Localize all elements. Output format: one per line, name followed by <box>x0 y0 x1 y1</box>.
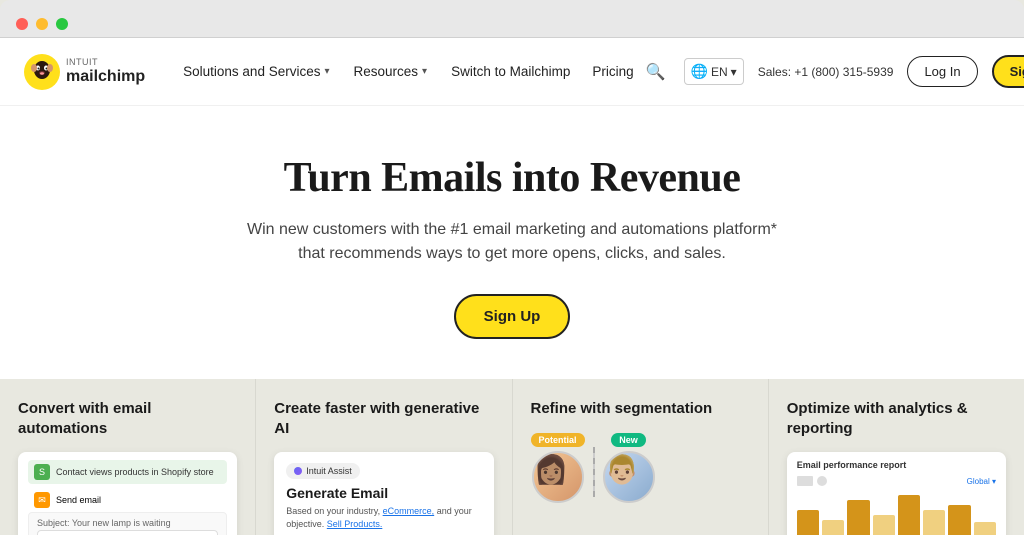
flow-step-1: S Contact views products in Shopify stor… <box>28 460 227 484</box>
email-icon: ✉ <box>34 492 50 508</box>
flow-connector: ✉ Send email <box>28 488 227 512</box>
bar-4 <box>873 515 895 535</box>
login-button[interactable]: Log In <box>907 56 977 87</box>
gen-email-desc: Based on your industry, eCommerce, and y… <box>286 505 481 530</box>
lang-chevron: ▾ <box>731 65 737 79</box>
badge-potential: Potential <box>531 433 585 447</box>
bar-1 <box>797 510 819 535</box>
chart-icons: Global ▾ <box>797 476 996 486</box>
navbar: INTUIT mailchimp Solutions and Services … <box>0 38 1024 106</box>
shopify-icon: S <box>34 464 50 480</box>
segment-person-male: New 👨🏼 <box>603 433 655 503</box>
feature-card-automations: Convert with email automations S Contact… <box>0 379 256 535</box>
bar-chart <box>797 490 996 535</box>
nav-solutions[interactable]: Solutions and Services ▾ <box>173 58 339 85</box>
segment-divider <box>593 447 595 497</box>
analytics-mockup: Email performance report Global ▾ Cr <box>787 452 1006 535</box>
email-assembly: Assembly <box>37 530 218 535</box>
pie-chart-icon <box>817 476 827 486</box>
segmentation-mockup: Potential 👩🏽 New 👨🏼 <box>531 433 750 503</box>
report-title: Email performance report <box>797 460 996 470</box>
assist-dot-icon <box>294 467 302 475</box>
logo-intuit-text: INTUIT <box>66 58 145 68</box>
lang-label: EN <box>711 65 728 79</box>
flow-step-2-text: Send email <box>56 495 101 505</box>
bar-8 <box>974 522 996 535</box>
features-section: Convert with email automations S Contact… <box>0 379 1024 535</box>
bar-3 <box>847 500 869 535</box>
ecommerce-link[interactable]: eCommerce, <box>383 506 435 516</box>
feature-title-segmentation: Refine with segmentation <box>531 399 750 419</box>
feature-card-analytics: Optimize with analytics & reporting Emai… <box>769 379 1024 535</box>
hero-subtitle: Win new customers with the #1 email mark… <box>232 218 792 266</box>
feature-title-automations: Convert with email automations <box>18 399 237 438</box>
search-icon[interactable]: 🔍 <box>642 58 670 86</box>
feature-title-analytics: Optimize with analytics & reporting <box>787 399 1006 438</box>
phone-number: Sales: +1 (800) 315-5939 <box>758 65 894 79</box>
chevron-down-icon: ▾ <box>422 66 427 77</box>
badge-new: New <box>611 433 646 447</box>
nav-links: Solutions and Services ▾ Resources ▾ Swi… <box>173 58 641 85</box>
ai-mockup: Intuit Assist Generate Email Based on yo… <box>274 452 493 535</box>
signup-hero-button[interactable]: Sign Up <box>454 294 571 339</box>
traffic-light-green[interactable] <box>56 18 68 30</box>
email-preview: Subject: Your new lamp is waiting Assemb… <box>28 512 227 535</box>
site-wrapper: INTUIT mailchimp Solutions and Services … <box>0 38 1024 535</box>
nav-pricing[interactable]: Pricing <box>584 58 641 85</box>
sell-link[interactable]: Sell Products. <box>327 519 383 529</box>
flow-step-1-text: Contact views products in Shopify store <box>56 467 214 477</box>
bar-6 <box>923 510 945 535</box>
hero-section: Turn Emails into Revenue Win new custome… <box>0 106 1024 379</box>
traffic-light-red[interactable] <box>16 18 28 30</box>
desc-text-1: Based on your industry, <box>286 506 380 516</box>
intuit-assist-badge: Intuit Assist <box>286 463 360 479</box>
logo-mailchimp-text: mailchimp <box>66 68 145 86</box>
nav-resources[interactable]: Resources ▾ <box>344 58 438 85</box>
bar-chart-icon <box>797 476 813 486</box>
avatar-male: 👨🏼 <box>603 451 655 503</box>
bar-5 <box>898 495 920 535</box>
globe-icon: 🌐 <box>691 63 708 80</box>
logo[interactable]: INTUIT mailchimp <box>24 54 145 90</box>
filter-label: Global ▾ <box>967 477 996 486</box>
traffic-light-yellow[interactable] <box>36 18 48 30</box>
nav-switch[interactable]: Switch to Mailchimp <box>441 58 580 85</box>
bar-7 <box>948 505 970 535</box>
nav-right: 🔍 🌐 EN ▾ Sales: +1 (800) 315-5939 Log In… <box>642 55 1024 88</box>
assist-label: Intuit Assist <box>306 466 352 476</box>
logo-icon <box>24 54 60 90</box>
browser-chrome <box>0 0 1024 38</box>
chevron-down-icon: ▾ <box>324 66 329 77</box>
segment-person-female: Potential 👩🏽 <box>531 433 585 503</box>
signup-nav-button[interactable]: Sign Up <box>992 55 1024 88</box>
email-subject: Subject: Your new lamp is waiting <box>37 518 218 528</box>
automations-mockup: S Contact views products in Shopify stor… <box>18 452 237 535</box>
gen-email-title: Generate Email <box>286 485 481 501</box>
language-selector[interactable]: 🌐 EN ▾ <box>684 58 744 85</box>
logo-text: INTUIT mailchimp <box>66 58 145 85</box>
hero-title: Turn Emails into Revenue <box>40 154 984 202</box>
feature-title-ai: Create faster with generative AI <box>274 399 493 438</box>
feature-card-segmentation: Refine with segmentation Potential 👩🏽 Ne… <box>513 379 769 535</box>
avatar-female: 👩🏽 <box>532 451 584 503</box>
bar-2 <box>822 520 844 535</box>
feature-card-ai: Create faster with generative AI Intuit … <box>256 379 512 535</box>
